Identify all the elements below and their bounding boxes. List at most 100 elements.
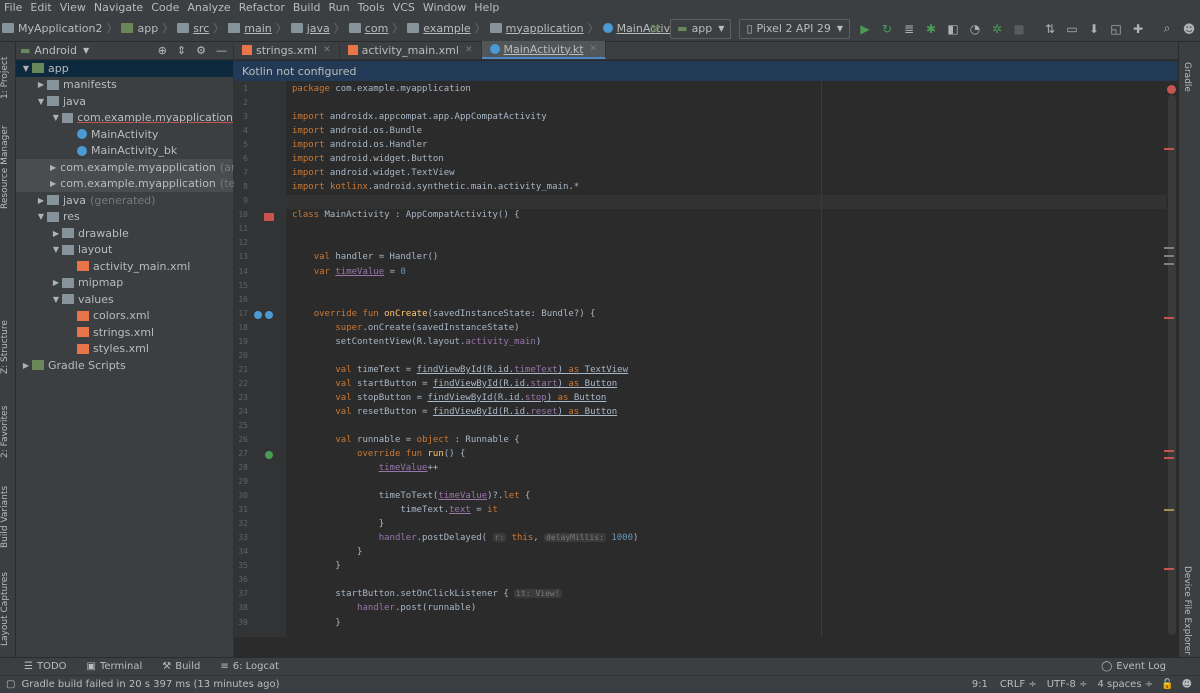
code-line[interactable]: } bbox=[292, 618, 340, 628]
line-separator-selector[interactable]: CRLF ÷ bbox=[1000, 679, 1037, 690]
apply-code-changes-icon[interactable]: ≣ bbox=[899, 19, 919, 39]
code-line[interactable]: import android.os.Bundle bbox=[292, 126, 422, 136]
override-icon[interactable] bbox=[265, 451, 273, 459]
close-icon[interactable]: ✕ bbox=[323, 45, 331, 55]
tree-item[interactable]: ▶com.example.myapplication(test) bbox=[16, 175, 250, 192]
tree-item[interactable]: ▼ layout bbox=[16, 242, 233, 259]
coverage-icon[interactable]: ◧ bbox=[943, 19, 963, 39]
expanded-arrow-icon[interactable]: ▼ bbox=[35, 212, 47, 221]
minimize-icon[interactable]: — bbox=[216, 44, 227, 57]
tree-item[interactable]: strings.xml bbox=[16, 324, 233, 341]
breadcrumb-java[interactable]: java 〉 bbox=[289, 20, 347, 36]
tree-item[interactable]: ▼ res bbox=[16, 209, 233, 226]
code-line[interactable]: super.onCreate(savedInstanceState) bbox=[292, 323, 519, 333]
tree-item[interactable]: MainActivity bbox=[16, 126, 233, 143]
expanded-arrow-icon[interactable]: ▼ bbox=[50, 295, 62, 304]
menu-file[interactable]: File bbox=[0, 0, 26, 15]
collapsed-arrow-icon[interactable]: ▶ bbox=[50, 163, 56, 172]
profile-icon[interactable]: ◔ bbox=[965, 19, 985, 39]
code-line[interactable]: import androidx.appcompat.app.AppCompatA… bbox=[292, 112, 547, 122]
tool-build[interactable]: ⚒ Build bbox=[152, 661, 210, 672]
code-line[interactable]: import kotlinx.android.synthetic.main.ac… bbox=[292, 182, 579, 192]
profile-avatar-icon[interactable]: ☻ bbox=[1179, 19, 1199, 39]
tab-strings-xml[interactable]: strings.xml ✕ bbox=[234, 41, 340, 59]
layout-inspector-icon[interactable]: ◱ bbox=[1106, 19, 1126, 39]
avd-manager-icon[interactable]: ▭ bbox=[1062, 19, 1082, 39]
menu-tools[interactable]: Tools bbox=[354, 0, 389, 15]
code-line[interactable]: import android.os.Handler bbox=[292, 140, 427, 150]
assistant-icon[interactable]: ✚ bbox=[1128, 19, 1148, 39]
code-line[interactable]: val runnable = object : Runnable { bbox=[292, 435, 519, 445]
menu-window[interactable]: Window bbox=[419, 0, 470, 15]
tree-item[interactable]: ▶ drawable bbox=[16, 225, 233, 242]
code-line[interactable]: handler.postDelayed( r: this, delayMilli… bbox=[292, 533, 638, 543]
code-line[interactable]: val resetButton = findViewById(R.id.rese… bbox=[292, 407, 617, 417]
class-run-icon[interactable] bbox=[264, 213, 274, 221]
collapsed-arrow-icon[interactable]: ▶ bbox=[20, 361, 32, 370]
tree-item[interactable]: ▶ manifests bbox=[16, 77, 233, 94]
project-view-selector[interactable]: Android bbox=[34, 44, 77, 57]
code-line[interactable]: override fun run() { bbox=[292, 449, 465, 459]
breadcrumb-myapplication2[interactable]: MyApplication2 〉 bbox=[0, 20, 119, 36]
code-line[interactable]: timeText.text = it bbox=[292, 505, 498, 515]
override-icon[interactable] bbox=[254, 311, 262, 319]
collapsed-arrow-icon[interactable]: ▶ bbox=[35, 196, 47, 205]
kotlin-not-configured-banner[interactable]: Kotlin not configured bbox=[234, 61, 1178, 81]
tree-item[interactable]: ▼ com.example.myapplication bbox=[16, 110, 233, 127]
tree-item[interactable]: ▶com.example.myapplication(andro bbox=[16, 159, 256, 176]
collapsed-arrow-icon[interactable]: ▶ bbox=[50, 278, 62, 287]
expanded-arrow-icon[interactable]: ▼ bbox=[50, 113, 62, 122]
code-line[interactable]: val handler = Handler() bbox=[292, 252, 439, 262]
tree-item[interactable]: ▼ app bbox=[16, 60, 233, 77]
collapsed-arrow-icon[interactable]: ▶ bbox=[50, 229, 62, 238]
tab-resource-manager[interactable]: Resource Manager bbox=[0, 122, 16, 212]
breadcrumb-com[interactable]: com 〉 bbox=[347, 20, 406, 36]
collapsed-arrow-icon[interactable]: ▶ bbox=[35, 80, 47, 89]
menu-view[interactable]: View bbox=[56, 0, 90, 15]
menu-analyze[interactable]: Analyze bbox=[183, 0, 234, 15]
scrollbar-thumb[interactable] bbox=[1168, 95, 1176, 635]
tree-item[interactable]: ▶ mipmap bbox=[16, 275, 233, 292]
run-config-combo[interactable]: ▬ app ▼ bbox=[670, 18, 732, 39]
code-editor[interactable]: 1 package com.example.myapplication 2 3 impo… bbox=[234, 81, 1178, 637]
chevron-down-icon[interactable]: ▼ bbox=[83, 46, 89, 55]
attach-debugger-icon[interactable]: ✲ bbox=[987, 19, 1007, 39]
expanded-arrow-icon[interactable]: ▼ bbox=[50, 245, 62, 254]
breadcrumb-src[interactable]: src 〉 bbox=[175, 20, 226, 36]
code-line[interactable]: import android.widget.Button bbox=[292, 154, 444, 164]
tree-item[interactable]: ▶ Gradle Scripts bbox=[16, 357, 233, 374]
encoding-selector[interactable]: UTF-8 ÷ bbox=[1047, 679, 1088, 690]
menu-vcs[interactable]: VCS bbox=[389, 0, 419, 15]
device-combo[interactable]: ▯ Pixel 2 API 29 ▼ bbox=[739, 18, 850, 39]
collapse-all-icon[interactable]: ⇕ bbox=[177, 44, 186, 57]
tab-structure[interactable]: Z: Structure bbox=[0, 312, 16, 382]
sync-gradle-icon[interactable]: ⇅ bbox=[1040, 19, 1060, 39]
breadcrumb-myapplication[interactable]: myapplication 〉 bbox=[488, 20, 601, 36]
event-log-button[interactable]: ◯ Event Log bbox=[1091, 661, 1176, 672]
menu-code[interactable]: Code bbox=[147, 0, 183, 15]
code-line[interactable]: class MainActivity : AppCompatActivity()… bbox=[292, 210, 520, 220]
tab-activity-main-xml[interactable]: activity_main.xml ✕ bbox=[340, 41, 482, 59]
status-panel-icon[interactable]: ▢ bbox=[6, 679, 15, 690]
code-line[interactable]: override fun onCreate(savedInstanceState… bbox=[292, 309, 596, 319]
tab-layout-captures[interactable]: Layout Captures bbox=[0, 567, 16, 652]
code-line[interactable]: setContentView(R.layout.activity_main) bbox=[292, 337, 541, 347]
expanded-arrow-icon[interactable]: ▼ bbox=[35, 97, 47, 106]
search-icon[interactable]: ⌕ bbox=[1157, 19, 1177, 39]
breadcrumb-example[interactable]: example 〉 bbox=[405, 20, 487, 36]
collapsed-arrow-icon[interactable]: ▶ bbox=[50, 179, 56, 188]
code-line[interactable]: } bbox=[292, 519, 384, 529]
code-line[interactable]: var timeValue = 0 bbox=[292, 267, 406, 277]
tree-item[interactable]: MainActivity_bk bbox=[16, 143, 233, 160]
code-line[interactable]: val startButton = findViewById(R.id.star… bbox=[292, 379, 617, 389]
tree-item[interactable]: ▼ values bbox=[16, 291, 233, 308]
code-line[interactable]: timeToText(timeValue)?.let { bbox=[292, 491, 531, 501]
inspector-icon[interactable]: ☻ bbox=[1182, 679, 1192, 690]
code-line[interactable]: } bbox=[292, 561, 340, 571]
code-line[interactable]: handler.post(runnable) bbox=[292, 603, 476, 613]
apply-changes-icon[interactable]: ↻ bbox=[877, 19, 897, 39]
tool-terminal[interactable]: ▣ Terminal bbox=[77, 661, 153, 672]
close-icon[interactable]: ✕ bbox=[590, 44, 598, 54]
code-line[interactable]: import android.widget.TextView bbox=[292, 168, 455, 178]
code-line[interactable]: } bbox=[292, 547, 362, 557]
